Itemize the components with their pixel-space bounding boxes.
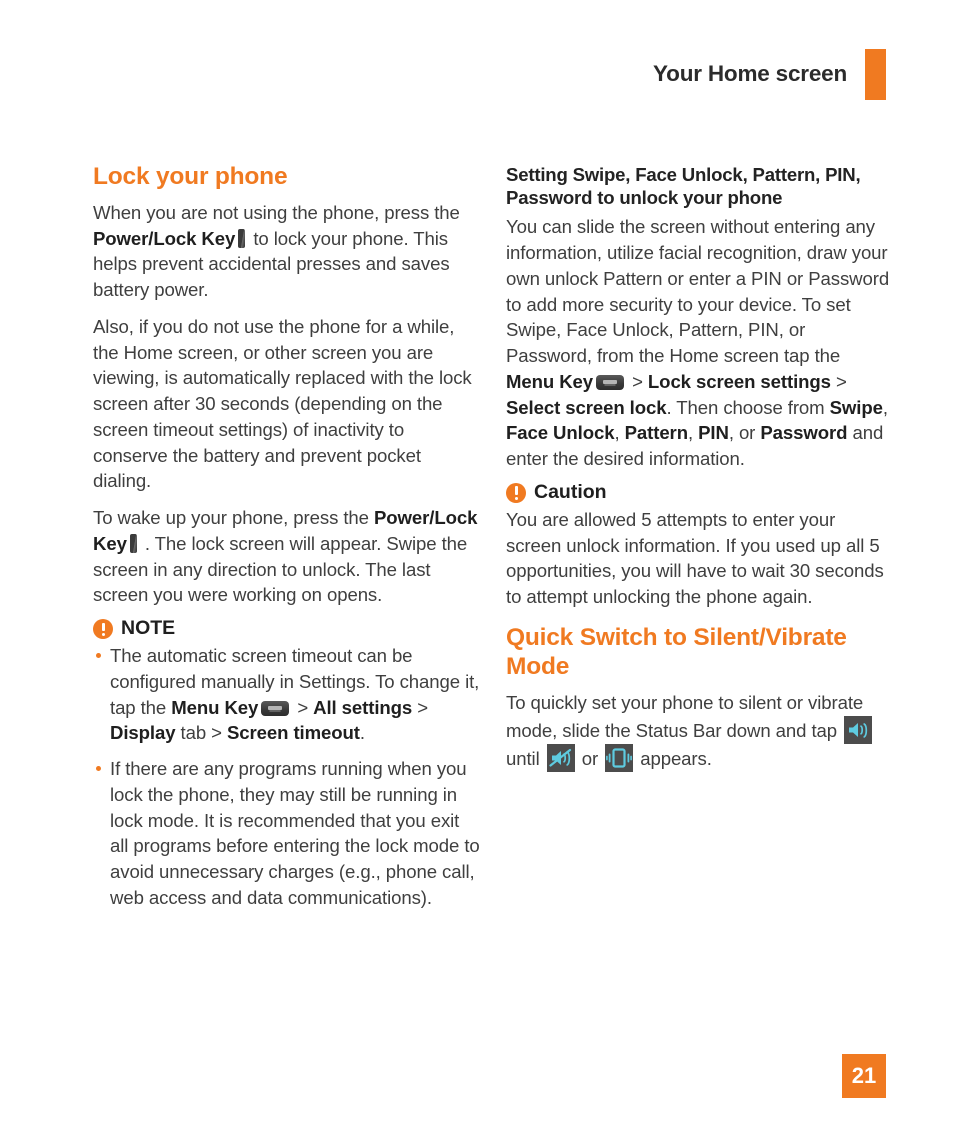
menu-key-icon: [261, 700, 290, 716]
term-power-lock-key: Power/Lock Key: [93, 227, 236, 249]
text-run: .: [359, 722, 365, 744]
paragraph-lock-phone-intro: When you are not using the phone, press …: [93, 200, 480, 303]
path-separator: >: [627, 370, 648, 392]
text-run: or: [576, 747, 604, 769]
text-run: . The lock screen will appear. Swipe the…: [93, 532, 468, 606]
caution-label: Caution: [534, 481, 607, 504]
paragraph-auto-lock-timeout: Also, if you do not use the phone for a …: [93, 315, 472, 492]
text-run: tab: [175, 722, 212, 744]
term-screen-timeout: Screen timeout: [226, 722, 360, 744]
text-run: . Then choose from: [666, 396, 830, 418]
running-header: Your Home screen: [653, 48, 886, 100]
path-separator: >: [412, 696, 428, 718]
term-password: Password: [760, 422, 848, 444]
text-run: You can slide the screen without enterin…: [506, 216, 890, 367]
paragraph-caution-attempts: You are allowed 5 attempts to enter your…: [506, 508, 884, 608]
power-lock-key-icon: [129, 533, 137, 553]
term-lock-screen-settings: Lock screen settings: [647, 370, 831, 392]
text-run: ,: [687, 422, 699, 444]
section-heading-lock-your-phone: Lock your phone: [93, 163, 288, 190]
warning-icon: [93, 619, 113, 640]
caution-callout-heading: Caution: [506, 483, 893, 503]
vibrate-icon: [605, 743, 634, 772]
term-face-unlock: Face Unlock: [506, 422, 615, 444]
list-item: The automatic screen timeout can be conf…: [93, 643, 480, 746]
right-column: Setting Swipe, Face Unlock, Pattern, PIN…: [506, 163, 893, 921]
running-header-title: Your Home screen: [653, 60, 847, 86]
term-select-screen-lock: Select screen lock: [506, 396, 667, 418]
page-number-badge: 21: [842, 1054, 886, 1098]
paragraph-quick-switch: To quickly set your phone to silent or v…: [506, 690, 893, 772]
list-item: If there are any programs running when y…: [93, 756, 480, 911]
left-column: Lock your phone When you are not using t…: [93, 163, 480, 921]
paragraph-set-screen-lock: You can slide the screen without enterin…: [506, 214, 893, 472]
chapter-tab-marker: [865, 48, 886, 100]
path-separator: >: [292, 696, 314, 718]
text-run: ,: [614, 422, 625, 444]
text-run: until: [506, 747, 545, 769]
page-body: Lock your phone When you are not using t…: [93, 163, 893, 921]
menu-key-icon: [596, 374, 625, 390]
term-pin: PIN: [698, 422, 729, 444]
text-run: , or: [728, 422, 761, 444]
text-run: ,: [882, 396, 888, 418]
warning-icon: [506, 482, 526, 503]
term-display-tab: Display: [110, 722, 176, 744]
term-swipe: Swipe: [829, 396, 883, 418]
text-run: To quickly set your phone to silent or v…: [506, 691, 864, 741]
note-label: NOTE: [121, 617, 176, 640]
text-run: To wake up your phone, press the: [93, 507, 374, 529]
subsection-heading-setting-unlock: Setting Swipe, Face Unlock, Pattern, PIN…: [506, 164, 861, 209]
speaker-mute-icon: [546, 743, 575, 772]
note-callout-heading: NOTE: [93, 617, 480, 640]
term-pattern: Pattern: [624, 422, 688, 444]
power-lock-key-icon: [238, 228, 246, 248]
note-bullet-list: The automatic screen timeout can be conf…: [93, 643, 480, 911]
term-menu-key: Menu Key: [171, 696, 259, 718]
section-heading-quick-switch: Quick Switch to Silent/Vibrate Mode: [506, 623, 847, 680]
speaker-on-icon: [844, 715, 873, 744]
term-all-settings: All settings: [313, 696, 413, 718]
text-run: When you are not using the phone, press …: [93, 201, 460, 223]
term-menu-key: Menu Key: [506, 370, 594, 392]
path-separator: >: [211, 722, 227, 744]
paragraph-wake-up-phone: To wake up your phone, press the Power/L…: [93, 505, 480, 608]
text-run: appears.: [635, 747, 712, 769]
path-separator: >: [830, 370, 847, 392]
